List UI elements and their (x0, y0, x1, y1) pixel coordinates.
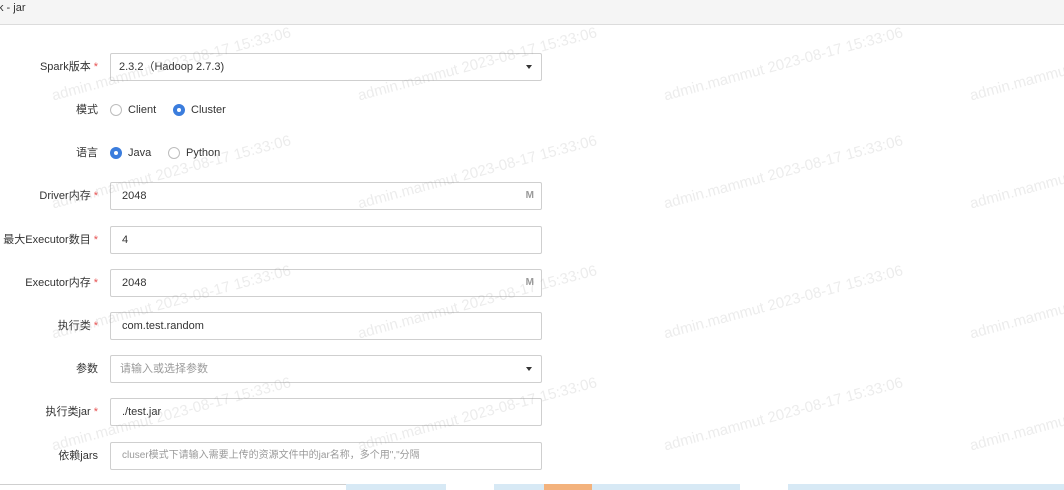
main-jar-input[interactable]: ./test.jar (110, 398, 542, 426)
row-mode: 模式 Client Cluster (0, 96, 1064, 124)
strip-segment (788, 484, 1064, 490)
required-mark: * (93, 406, 98, 418)
dependency-jars-input[interactable]: cluser模式下请输入需要上传的资源文件中的jar名称，多个用","分隔 (110, 442, 542, 470)
dependency-jars-placeholder: cluser模式下请输入需要上传的资源文件中的jar名称，多个用","分隔 (122, 450, 420, 461)
executor-memory-label-text: Executor内存 (25, 277, 91, 289)
driver-memory-value: 2048 (122, 190, 147, 202)
mode-label: 模式 (76, 104, 98, 116)
language-python-label: Python (186, 147, 221, 159)
required-mark: * (93, 234, 98, 246)
driver-memory-label: Driver内存 * (39, 182, 98, 210)
strip-segment (592, 484, 740, 490)
row-dependency-jars: 依赖jars cluser模式下请输入需要上传的资源文件中的jar名称，多个用"… (0, 442, 1064, 470)
radio-unchecked-icon (168, 147, 180, 159)
strip-segment (494, 484, 544, 490)
window-title: k - jar (0, 2, 26, 14)
required-mark: * (93, 190, 98, 202)
row-max-executors: 最大Executor数目 * 4 (0, 226, 1064, 254)
row-language: 语言 Java Python (0, 139, 1064, 167)
max-executors-label-text: 最大Executor数目 (3, 234, 91, 246)
executor-memory-input[interactable]: 2048 M (110, 269, 542, 297)
executor-memory-label: Executor内存 * (25, 269, 98, 297)
radio-unchecked-icon (110, 104, 122, 116)
caret-down-icon (526, 367, 532, 371)
main-class-value: com.test.random (122, 320, 204, 332)
row-spark-version: Spark版本 * 2.3.2（Hadoop 2.7.3) (0, 53, 1064, 81)
main-class-label-text: 执行类 (57, 320, 91, 332)
dependency-jars-label: 依赖jars (58, 450, 98, 462)
mode-client-label: Client (128, 104, 157, 116)
row-driver-memory: Driver内存 * 2048 M (0, 182, 1064, 210)
strip-segment (544, 484, 592, 490)
unit-suffix: M (525, 277, 534, 288)
caret-down-icon (526, 65, 532, 69)
driver-memory-input[interactable]: 2048 M (110, 182, 542, 210)
main-class-label: 执行类 * (58, 312, 98, 340)
spark-version-select[interactable]: 2.3.2（Hadoop 2.7.3) (110, 53, 542, 81)
row-executor-memory: Executor内存 * 2048 M (0, 269, 1064, 297)
main-jar-label-text: 执行类jar (45, 406, 91, 418)
row-params: 参数 请输入或选择参数 (0, 355, 1064, 383)
max-executors-input[interactable]: 4 (110, 226, 542, 254)
max-executors-value: 4 (122, 234, 129, 246)
spark-version-label: Spark版本 * (40, 53, 98, 81)
params-placeholder: 请输入或选择参数 (120, 363, 208, 375)
main-class-input[interactable]: com.test.random (110, 312, 542, 340)
main-jar-label: 执行类jar * (45, 398, 98, 426)
language-label: 语言 (76, 147, 98, 159)
params-select[interactable]: 请输入或选择参数 (110, 355, 542, 383)
unit-suffix: M (525, 190, 534, 201)
row-main-jar: 执行类jar * ./test.jar (0, 398, 1064, 426)
bottom-strip (0, 484, 1064, 490)
row-main-class: 执行类 * com.test.random (0, 312, 1064, 340)
required-mark: * (93, 277, 98, 289)
max-executors-label: 最大Executor数目 * (3, 226, 98, 254)
radio-checked-icon (173, 104, 185, 116)
strip-segment (0, 484, 346, 490)
main-jar-value: ./test.jar (122, 406, 162, 418)
window-title-bar: k - jar (0, 0, 1064, 25)
strip-segment (346, 484, 446, 490)
spark-version-value: 2.3.2（Hadoop 2.7.3) (119, 61, 225, 73)
driver-memory-label-text: Driver内存 (39, 190, 91, 202)
executor-memory-value: 2048 (122, 277, 147, 289)
required-mark: * (93, 61, 98, 73)
language-java-label: Java (128, 147, 152, 159)
required-mark: * (93, 320, 98, 332)
mode-cluster-label: Cluster (191, 104, 226, 116)
params-label: 参数 (76, 363, 98, 375)
spark-version-label-text: Spark版本 (39, 61, 91, 73)
radio-checked-icon (110, 147, 122, 159)
